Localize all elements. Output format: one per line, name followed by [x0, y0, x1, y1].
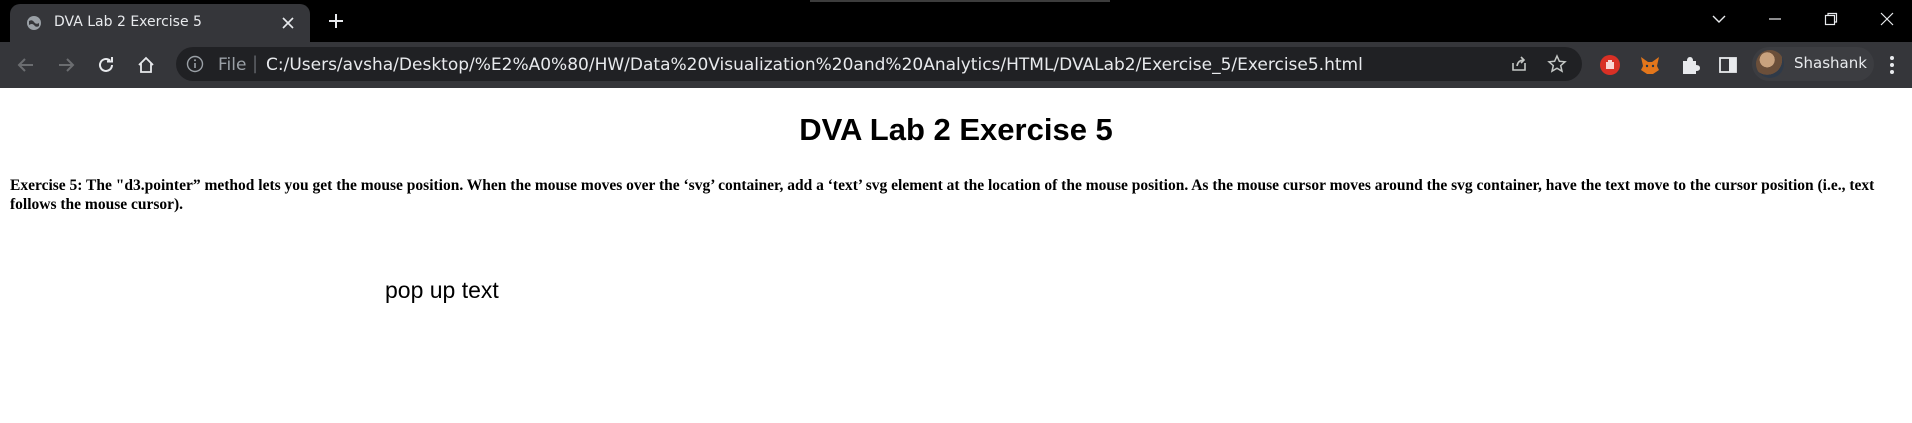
profile-name: Shashank	[1794, 54, 1867, 72]
profile-button[interactable]: Shashank	[1752, 47, 1874, 81]
popup-text: pop up text	[385, 277, 499, 303]
new-tab-button[interactable]	[322, 9, 350, 33]
extensions-puzzle-icon[interactable]	[1678, 53, 1702, 77]
browser-toolbar: File | C:/Users/avsha/Desktop/%E2%A0%80/…	[0, 42, 1912, 88]
tab-title: DVA Lab 2 Exercise 5	[54, 14, 202, 30]
tab-strip: DVA Lab 2 Exercise 5	[0, 0, 1912, 42]
scheme-label: File	[218, 55, 247, 75]
share-icon[interactable]	[1508, 53, 1530, 75]
page-content: DVA Lab 2 Exercise 5 Exercise 5: The "d3…	[0, 88, 1912, 423]
info-icon[interactable]	[186, 55, 204, 73]
address-bar[interactable]: File | C:/Users/avsha/Desktop/%E2%A0%80/…	[176, 47, 1582, 81]
minimize-icon[interactable]	[1752, 0, 1798, 38]
page-title: DVA Lab 2 Exercise 5	[799, 112, 1113, 147]
close-tab-icon[interactable]	[278, 13, 298, 33]
svg-container[interactable]: pop up text	[0, 238, 1912, 423]
tab-strip-accent	[810, 0, 1110, 2]
exercise-description: Exercise 5: The "d3.pointer” method lets…	[10, 177, 1875, 213]
home-icon[interactable]	[130, 49, 162, 81]
stop-hand-extension-icon[interactable]	[1598, 53, 1622, 77]
bookmark-star-icon[interactable]	[1546, 53, 1568, 75]
fox-extension-icon[interactable]	[1638, 53, 1662, 77]
close-window-icon[interactable]	[1864, 0, 1910, 38]
side-panel-icon[interactable]	[1716, 53, 1740, 77]
back-icon[interactable]	[10, 49, 42, 81]
forward-icon[interactable]	[50, 49, 82, 81]
more-menu-icon[interactable]	[1880, 53, 1904, 77]
url-text[interactable]: C:/Users/avsha/Desktop/%E2%A0%80/HW/Data…	[266, 55, 1363, 75]
globe-icon	[26, 15, 42, 31]
scheme-separator: |	[252, 53, 259, 74]
avatar	[1756, 50, 1784, 78]
restore-icon[interactable]	[1808, 0, 1854, 38]
active-tab[interactable]: DVA Lab 2 Exercise 5	[10, 4, 310, 42]
reload-icon[interactable]	[90, 49, 122, 81]
tab-search-icon[interactable]	[1696, 0, 1742, 38]
